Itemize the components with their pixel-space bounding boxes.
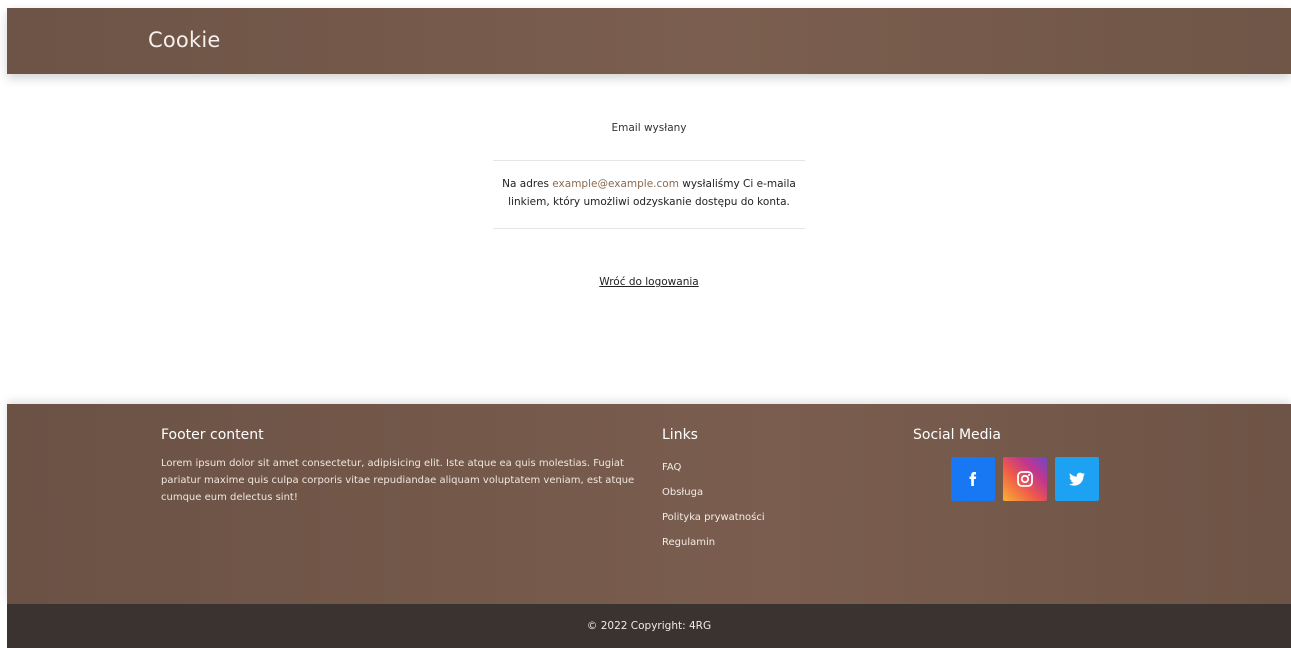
footer: Footer content Lorem ipsum dolor sit ame…	[7, 404, 1291, 604]
back-to-login-wrapper: Wróć do logowania	[493, 270, 805, 289]
footer-link-item: FAQ	[662, 455, 882, 480]
body-prefix: Na adres	[502, 178, 553, 190]
instagram-icon	[1017, 471, 1033, 487]
navbar: Cookie	[7, 8, 1291, 74]
facebook-icon	[969, 472, 977, 486]
footer-social: Social Media	[913, 427, 1163, 501]
copyright-bar: © 2022 Copyright: 4RG	[7, 604, 1291, 648]
twitter-icon	[1069, 472, 1085, 486]
footer-link-faq[interactable]: FAQ	[662, 462, 681, 473]
back-to-login-link[interactable]: Wróć do logowania	[599, 276, 698, 288]
main-content: Email wysłany Na adres example@example.c…	[7, 74, 1291, 404]
footer-link-item: Regulamin	[662, 530, 882, 555]
footer-link-item: Obsługa	[662, 480, 882, 505]
footer-about: Footer content Lorem ipsum dolor sit ame…	[161, 427, 641, 506]
facebook-button[interactable]	[951, 457, 995, 501]
footer-about-title: Footer content	[161, 427, 264, 443]
footer-about-text: Lorem ipsum dolor sit amet consectetur, …	[161, 458, 635, 503]
social-buttons	[951, 457, 1099, 501]
footer-link-privacy[interactable]: Polityka prywatności	[662, 512, 765, 523]
footer-social-title: Social Media	[913, 427, 1002, 443]
email-sent-card: Email wysłany Na adres example@example.c…	[493, 114, 805, 288]
card-body: Na adres example@example.com wysłaliśmy …	[493, 161, 805, 229]
footer-links-list: FAQ Obsługa Polityka prywatności Regulam…	[662, 455, 882, 555]
twitter-button[interactable]	[1055, 457, 1099, 501]
footer-link-terms[interactable]: Regulamin	[662, 537, 715, 548]
footer-links: Links FAQ Obsługa Polityka prywatności R…	[662, 427, 882, 555]
footer-link-support[interactable]: Obsługa	[662, 487, 703, 498]
card-title: Email wysłany	[493, 114, 805, 161]
instagram-button[interactable]	[1003, 457, 1047, 501]
brand-logo-link[interactable]: Cookie	[148, 28, 220, 52]
footer-links-title: Links	[662, 427, 698, 443]
page: Cookie Email wysłany Na adres example@ex…	[0, 0, 1291, 648]
footer-link-item: Polityka prywatności	[662, 505, 882, 530]
email-link[interactable]: example@example.com	[552, 178, 679, 190]
